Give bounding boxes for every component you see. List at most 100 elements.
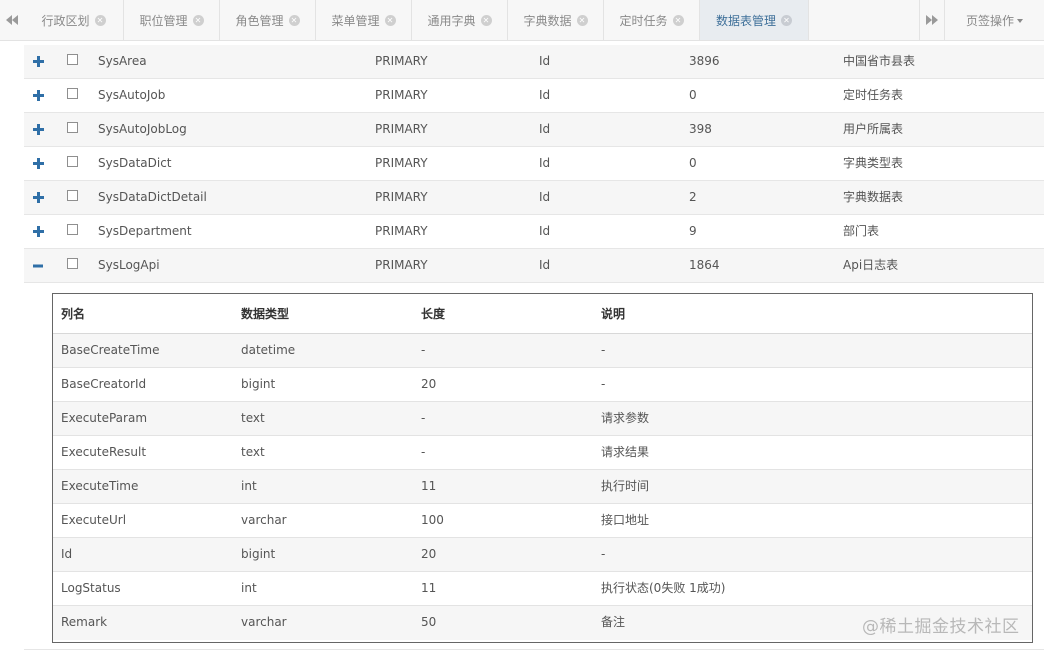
tab-label: 职位管理 bbox=[139, 13, 188, 28]
table-row[interactable]: SysAutoJobLog PRIMARY Id 398 用户所属表 bbox=[24, 113, 1044, 147]
table-row[interactable]: SysDepartment PRIMARY Id 9 部门表 bbox=[24, 215, 1044, 249]
tab-label: 字典数据 bbox=[523, 13, 572, 28]
double-chevron-right-icon bbox=[926, 15, 938, 25]
row-checkbox[interactable] bbox=[67, 122, 78, 133]
row-checkbox[interactable] bbox=[67, 156, 78, 167]
watermark: @稀土掘金技术社区 bbox=[862, 617, 1020, 637]
table-description: Api日志表 bbox=[843, 258, 899, 272]
close-icon[interactable]: ✕ bbox=[672, 14, 684, 26]
row-checkbox[interactable] bbox=[67, 258, 78, 269]
length: - bbox=[421, 411, 426, 425]
length: 20 bbox=[421, 377, 437, 391]
length: 50 bbox=[421, 615, 437, 629]
tab-7[interactable]: 定时任务 ✕ bbox=[604, 0, 700, 40]
double-chevron-left-icon bbox=[6, 15, 18, 25]
column-header: 说明 bbox=[601, 307, 626, 321]
table-description: 用户所属表 bbox=[843, 122, 904, 136]
column-name: ExecuteParam bbox=[61, 411, 148, 425]
column-description: - bbox=[601, 343, 606, 357]
tab-6[interactable]: 字典数据 ✕ bbox=[508, 0, 604, 40]
primary-key: PRIMARY bbox=[375, 88, 428, 102]
column-description: 执行状态(0失败 1成功) bbox=[601, 581, 726, 595]
table-name: SysAutoJob bbox=[98, 88, 166, 102]
tab-label: 通用字典 bbox=[427, 13, 476, 28]
column-name: ExecuteUrl bbox=[61, 513, 127, 527]
tab-4[interactable]: 菜单管理 ✕ bbox=[316, 0, 412, 40]
record-count: 1864 bbox=[689, 258, 720, 272]
close-icon[interactable]: ✕ bbox=[288, 14, 300, 26]
detail-row-item: ExecuteTime int 11 执行时间 bbox=[53, 470, 1032, 504]
column-description: - bbox=[601, 377, 606, 391]
page-operations-dropdown[interactable]: 页签操作 bbox=[944, 0, 1044, 40]
column-name: BaseCreatorId bbox=[61, 377, 147, 391]
table-description: 部门表 bbox=[843, 224, 880, 238]
key-column: Id bbox=[539, 258, 551, 272]
key-column: Id bbox=[539, 88, 551, 102]
column-header: 列名 bbox=[61, 307, 86, 321]
detail-row-item: LogStatus int 11 执行状态(0失败 1成功) bbox=[53, 572, 1032, 606]
tab-3[interactable]: 角色管理 ✕ bbox=[220, 0, 316, 40]
scroll-tabs-left-button[interactable] bbox=[0, 0, 25, 40]
close-icon[interactable]: ✕ bbox=[384, 14, 396, 26]
primary-key: PRIMARY bbox=[375, 122, 428, 136]
row-checkbox[interactable] bbox=[67, 54, 78, 65]
table-name: SysDepartment bbox=[98, 224, 192, 238]
expand-icon[interactable] bbox=[30, 215, 46, 248]
close-icon[interactable]: ✕ bbox=[781, 14, 792, 26]
row-checkbox[interactable] bbox=[67, 190, 78, 201]
tab-label: 菜单管理 bbox=[331, 13, 380, 28]
table-row[interactable]: SysArea PRIMARY Id 3896 中国省市县表 bbox=[24, 45, 1044, 79]
table-row[interactable]: SysLogApi PRIMARY Id 1864 Api日志表 bbox=[24, 249, 1044, 283]
expand-icon[interactable] bbox=[30, 181, 46, 214]
row-checkbox[interactable] bbox=[67, 88, 78, 99]
tab-5[interactable]: 通用字典 ✕ bbox=[412, 0, 508, 40]
detail-row-item: BaseCreateTime datetime - - bbox=[53, 334, 1032, 368]
column-name: Id bbox=[61, 547, 73, 561]
table-description: 中国省市县表 bbox=[843, 54, 916, 68]
column-description: 备注 bbox=[601, 615, 626, 629]
data-type: varchar bbox=[241, 615, 287, 629]
column-header: 长度 bbox=[421, 307, 446, 321]
table-description: 定时任务表 bbox=[843, 88, 904, 102]
primary-key: PRIMARY bbox=[375, 156, 428, 170]
key-column: Id bbox=[539, 224, 551, 238]
detail-row-item: ExecuteParam text - 请求参数 bbox=[53, 402, 1032, 436]
primary-key: PRIMARY bbox=[375, 258, 428, 272]
column-name: ExecuteResult bbox=[61, 445, 147, 459]
tab-8[interactable]: 数据表管理 ✕ bbox=[700, 0, 809, 40]
table-description: 字典类型表 bbox=[843, 156, 904, 170]
tab-list: 行政区划 ✕ 职位管理 ✕ 角色管理 ✕ 菜单管理 ✕ 通用字典 ✕ 字典数据 ✕ 定时任务 ✕ 数据表管理… bbox=[24, 0, 809, 40]
expand-icon[interactable] bbox=[30, 79, 46, 112]
row-checkbox[interactable] bbox=[67, 224, 78, 235]
table-row[interactable]: SysAutoJob PRIMARY Id 0 定时任务表 bbox=[24, 79, 1044, 113]
table-row[interactable]: SysDataDict PRIMARY Id 0 字典类型表 bbox=[24, 147, 1044, 181]
column-description: 请求参数 bbox=[601, 411, 650, 425]
record-count: 0 bbox=[689, 156, 697, 170]
length: - bbox=[421, 445, 426, 459]
collapse-icon[interactable] bbox=[30, 249, 46, 282]
primary-key: PRIMARY bbox=[375, 54, 428, 68]
close-icon[interactable]: ✕ bbox=[192, 14, 204, 26]
column-detail-table: 列名 数据类型 长度 说明 BaseCreateTime datetime - - BaseCr… bbox=[52, 293, 1033, 643]
scroll-tabs-right-button[interactable] bbox=[919, 0, 944, 40]
tab-2[interactable]: 职位管理 ✕ bbox=[124, 0, 220, 40]
close-icon[interactable]: ✕ bbox=[480, 14, 492, 26]
expand-icon[interactable] bbox=[30, 113, 46, 146]
expand-icon[interactable] bbox=[30, 45, 46, 78]
data-type: bigint bbox=[241, 377, 276, 391]
close-icon[interactable]: ✕ bbox=[576, 14, 588, 26]
tab-1[interactable]: 行政区划 ✕ bbox=[24, 0, 124, 40]
data-type: bigint bbox=[241, 547, 276, 561]
key-column: Id bbox=[539, 122, 551, 136]
expand-icon[interactable] bbox=[30, 147, 46, 180]
data-type: int bbox=[241, 581, 257, 595]
detail-row: 列名 数据类型 长度 说明 BaseCreateTime datetime - - BaseCr… bbox=[24, 285, 1044, 650]
record-count: 3896 bbox=[689, 54, 720, 68]
table-row[interactable]: SysDataDictDetail PRIMARY Id 2 字典数据表 bbox=[24, 181, 1044, 215]
detail-row-item: ExecuteUrl varchar 100 接口地址 bbox=[53, 504, 1032, 538]
caret-down-icon bbox=[1017, 18, 1023, 23]
table-list: SysArea PRIMARY Id 3896 中国省市县表 SysAutoJob PRIM… bbox=[24, 45, 1044, 283]
tab-label: 定时任务 bbox=[619, 13, 668, 28]
tab-label: 角色管理 bbox=[235, 13, 284, 28]
close-icon[interactable]: ✕ bbox=[94, 14, 106, 26]
